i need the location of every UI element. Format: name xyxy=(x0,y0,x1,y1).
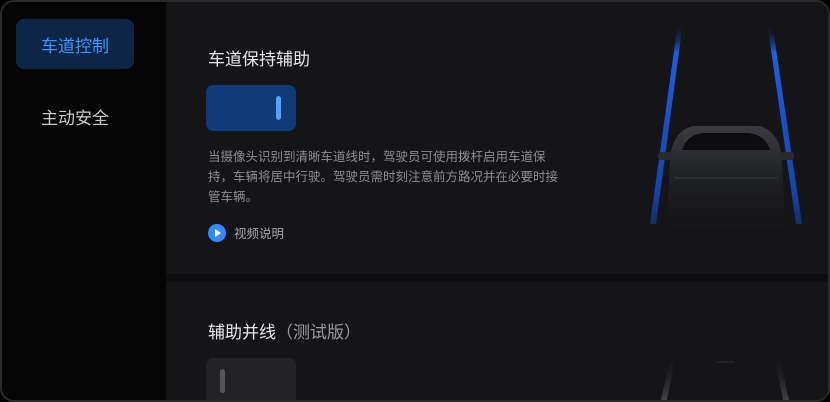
video-explanation-link[interactable]: 视频说明 xyxy=(208,223,284,242)
sidebar-item-lane-control[interactable]: 车道控制 xyxy=(16,19,134,69)
sidebar-item-label: 车道控制 xyxy=(41,36,109,57)
lane-change-car-illustration xyxy=(660,352,790,400)
beta-label: （测试版） xyxy=(276,323,361,343)
play-icon xyxy=(208,223,226,242)
settings-panel: 车道保持辅助 当摄像头识别到清晰车道线时，驾驶员可使用拨杆启用车道保持，车辆将居… xyxy=(166,2,828,400)
lane-keep-card: 车道保持辅助 当摄像头识别到清晰车道线时，驾驶员可使用拨杆启用车道保持，车辆将居… xyxy=(166,2,828,274)
lane-change-toggle[interactable] xyxy=(206,358,296,400)
toggle-knob xyxy=(276,96,281,120)
lane-change-card: 辅助并线（测试版） xyxy=(166,282,828,400)
app-window: 车道控制 主动安全 车道保持辅助 当摄像头识别到清晰车道线时，驾驶员可使用拨杆启… xyxy=(0,0,830,402)
section-divider xyxy=(166,274,828,282)
video-label: 视频说明 xyxy=(234,226,285,241)
toggle-knob xyxy=(220,369,225,393)
lane-change-title-main: 辅助并线 xyxy=(208,323,276,343)
lane-keep-title: 车道保持辅助 xyxy=(208,50,310,70)
lane-keep-toggle[interactable] xyxy=(206,85,296,131)
left-lane-line xyxy=(660,352,677,400)
sidebar-item-label: 主动安全 xyxy=(41,108,109,129)
lane-change-title: 辅助并线（测试版） xyxy=(208,318,361,343)
right-lane-line xyxy=(773,352,790,400)
lane-keep-description: 当摄像头识别到清晰车道线时，驾驶员可使用拨杆启用车道保持，车辆将居中行驶。驾驶员… xyxy=(208,149,559,204)
sidebar-item-active-safety[interactable]: 主动安全 xyxy=(16,91,134,141)
sidebar: 车道控制 主动安全 xyxy=(2,2,166,400)
lane-keep-car-illustration xyxy=(650,22,828,274)
